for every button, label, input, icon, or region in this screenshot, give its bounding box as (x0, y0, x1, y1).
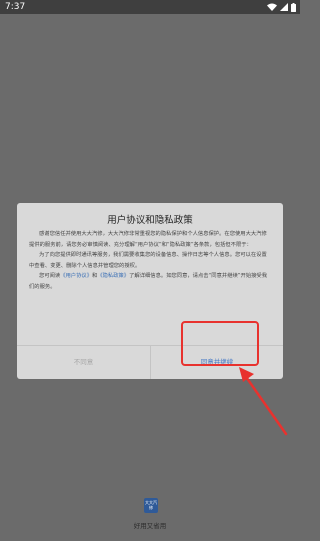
battery-icon (291, 2, 296, 12)
user-agreement-link[interactable]: 《用户协议》 (60, 273, 92, 279)
privacy-dialog: 用户协议和隐私政策 感谢您信任并使用大大汽修，大大汽修非常重视您的隐私保护和个人… (17, 203, 283, 379)
dialog-title: 用户协议和隐私政策 (107, 215, 193, 226)
dialog-paragraph-permissions: 为了向您提供即时通讯等服务，我们需要收集您的设备信息、操作日志等个人信息。您可以… (29, 252, 267, 269)
app-logo: 大大汽修 (144, 498, 158, 513)
status-bar: 7:37 (0, 0, 300, 14)
disagree-button[interactable]: 不同意 (17, 346, 150, 379)
wifi-icon (267, 3, 277, 11)
status-time: 7:37 (5, 2, 26, 12)
status-icons (267, 2, 296, 12)
signal-icon (280, 3, 288, 11)
agree-continue-button[interactable]: 同意并继续 (151, 346, 283, 379)
links-prefix-text: 您可阅读 (39, 273, 61, 279)
app-slogan: 好用又省用 (133, 522, 167, 530)
dialog-paragraph-links: 您可阅读《用户协议》和《隐私政策》了解详细信息。如您同意，请点击“同意并继续”开… (29, 271, 271, 292)
dialog-body: 感谢您信任并使用大大汽修，大大汽修非常重视您的隐私保护和个人信息保护。在您使用大… (29, 229, 271, 292)
dialog-paragraph-intro: 感谢您信任并使用大大汽修，大大汽修非常重视您的隐私保护和个人信息保护。在您使用大… (29, 231, 267, 248)
privacy-policy-link[interactable]: 《隐私政策》 (97, 273, 129, 279)
